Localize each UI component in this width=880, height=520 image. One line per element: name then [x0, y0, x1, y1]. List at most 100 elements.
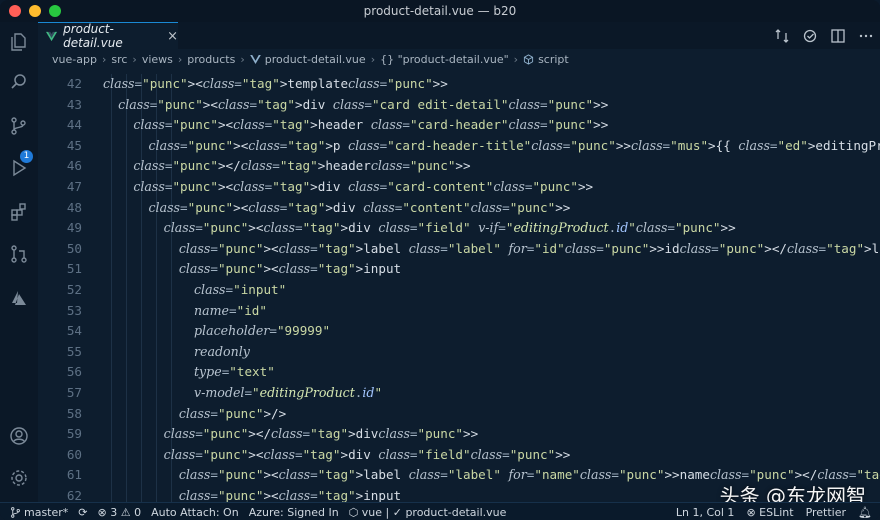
code-line[interactable]: 55 readonly: [38, 342, 880, 363]
code-line[interactable]: 52 class="input": [38, 280, 880, 301]
code-text: readonly: [194, 343, 250, 359]
code-text: v-model="editingProduct.id": [194, 384, 383, 400]
code-text: class="punc">/>: [178, 405, 287, 421]
more-icon[interactable]: [858, 28, 874, 44]
compare-icon[interactable]: [774, 28, 790, 44]
chevron-right-icon: ›: [101, 52, 107, 66]
tab-close-icon[interactable]: ×: [167, 29, 178, 44]
line-number: 49: [66, 220, 82, 236]
code-line[interactable]: 44 class="punc"><class="tag">header clas…: [38, 115, 880, 136]
search-icon[interactable]: [9, 72, 29, 92]
branch-indicator[interactable]: master*: [10, 506, 68, 519]
breadcrumb: vue-app › src › views › products › produ…: [38, 49, 880, 69]
code-text: type="text": [194, 364, 275, 380]
line-number: 62: [66, 487, 82, 502]
files-icon[interactable]: [9, 32, 29, 52]
code-text: class="punc"><class="tag">label class="l…: [178, 240, 880, 256]
branch-name: master*: [24, 505, 69, 519]
code-line[interactable]: 46 class="punc"></class="tag">headerclas…: [38, 156, 880, 177]
code-text: class="input": [194, 281, 287, 297]
code-line[interactable]: 47 class="punc"><class="tag">div class="…: [38, 177, 880, 198]
chevron-right-icon: ›: [370, 52, 376, 66]
language-context[interactable]: ⬡ vue | ✓ product-detail.vue: [349, 506, 507, 519]
line-number: 61: [66, 467, 82, 483]
code-line[interactable]: 42 class="punc"><class="tag">templateclas…: [38, 74, 880, 95]
code-text: class="punc"><class="tag">templateclass=…: [103, 76, 448, 91]
auto-attach-indicator[interactable]: Auto Attach: On: [151, 506, 239, 519]
breadcrumb-item[interactable]: product-detail.vue: [265, 53, 366, 66]
code-line[interactable]: 57 v-model="editingProduct.id": [38, 383, 880, 404]
code-line[interactable]: 48 class="punc"><class="tag">div class="…: [38, 198, 880, 219]
line-number: 47: [66, 178, 82, 194]
breadcrumb-item[interactable]: vue-app: [52, 53, 97, 66]
chevron-right-icon: ›: [240, 52, 245, 66]
minimize-window-button[interactable]: [29, 5, 41, 17]
bell-icon[interactable]: 🔔︎: [858, 506, 872, 519]
settings-gear-icon[interactable]: [9, 468, 29, 488]
run-debug-icon[interactable]: [9, 158, 29, 178]
cursor-position[interactable]: Ln 1, Col 1: [676, 506, 735, 519]
editor-actions: [774, 22, 874, 49]
code-text: name="id": [194, 302, 267, 318]
tab-bar: product-detail.vue ×: [38, 22, 880, 50]
activity-bar: 1: [0, 22, 38, 502]
line-number: 60: [66, 446, 82, 462]
maximize-window-button[interactable]: [49, 5, 61, 17]
line-number: 42: [66, 76, 82, 91]
code-line[interactable]: 58 class="punc">/>: [38, 404, 880, 425]
vscode-window: product-detail.vue — b20 1 product-detai…: [0, 0, 880, 520]
prettier-status[interactable]: Prettier: [806, 506, 846, 519]
source-control-icon[interactable]: [9, 116, 29, 136]
line-number: 56: [66, 364, 82, 380]
code-line[interactable]: 53 name="id": [38, 301, 880, 322]
breadcrumb-item[interactable]: views: [142, 53, 173, 66]
window-title: product-detail.vue — b20: [363, 4, 517, 18]
code-text: class="punc"><class="tag">div class="car…: [133, 178, 594, 194]
status-right: Ln 1, Col 1 ⊗ ESLint Prettier 🔔︎: [676, 503, 872, 520]
code-text: class="punc"></class="tag">headerclass="…: [133, 158, 471, 174]
eslint-status[interactable]: ⊗ ESLint: [746, 506, 793, 519]
line-number: 46: [66, 158, 82, 174]
azure-icon[interactable]: [9, 288, 29, 308]
code-line[interactable]: 50 class="punc"><class="tag">label class…: [38, 239, 880, 260]
extensions-icon[interactable]: [9, 202, 29, 222]
code-line[interactable]: 54 placeholder="99999": [38, 321, 880, 342]
check-icon[interactable]: [802, 28, 818, 44]
code-line[interactable]: 60 class="punc"><class="tag">div class="…: [38, 445, 880, 466]
code-line[interactable]: 45 class="punc"><class="tag">p class="ca…: [38, 136, 880, 157]
line-number: 57: [66, 384, 82, 400]
chevron-right-icon: ›: [132, 52, 137, 66]
azure-status[interactable]: Azure: Signed In: [249, 506, 339, 519]
line-number: 51: [66, 261, 82, 277]
code-text: class="punc"><class="tag">div class="fie…: [163, 220, 736, 236]
chevron-right-icon: ›: [177, 52, 183, 66]
tag-icon: ⬡: [348, 505, 359, 519]
line-number: 45: [66, 137, 82, 153]
pull-requests-icon[interactable]: [9, 244, 29, 264]
line-number: 54: [66, 323, 82, 339]
vue-file-icon: [249, 54, 261, 64]
code-line[interactable]: 49 class="punc"><class="tag">div class="…: [38, 218, 880, 239]
breadcrumb-item[interactable]: products: [187, 53, 235, 66]
tab-product-detail[interactable]: product-detail.vue ×: [38, 22, 178, 50]
line-number: 59: [66, 426, 82, 442]
code-line[interactable]: 56 type="text": [38, 362, 880, 383]
account-icon[interactable]: [9, 426, 29, 446]
line-number: 55: [66, 343, 82, 359]
code-editor[interactable]: 42 class="punc"><class="tag">templateclas…: [38, 74, 880, 502]
code-line[interactable]: 59 class="punc"></class="tag">divclass="…: [38, 424, 880, 445]
problems-indicator[interactable]: ⊗ 3 ⚠ 0: [98, 506, 142, 519]
breadcrumb-item[interactable]: script: [538, 53, 569, 66]
breadcrumb-item[interactable]: {} "product-detail.vue": [380, 53, 509, 66]
line-number: 53: [66, 302, 82, 318]
breadcrumb-item[interactable]: src: [111, 53, 127, 66]
code-line[interactable]: 43 class="punc"><class="tag">div class="…: [38, 95, 880, 116]
code-text: class="punc"><class="tag">div class="con…: [148, 199, 571, 215]
split-editor-icon[interactable]: [830, 28, 846, 44]
code-line[interactable]: 51 class="punc"><class="tag">input: [38, 259, 880, 280]
sync-icon[interactable]: ⟳: [78, 506, 87, 519]
line-number: 43: [66, 96, 82, 112]
code-text: class="punc"><class="tag">header class="…: [133, 117, 609, 133]
close-window-button[interactable]: [9, 5, 21, 17]
code-text: class="punc"></class="tag">divclass="pun…: [163, 426, 479, 442]
